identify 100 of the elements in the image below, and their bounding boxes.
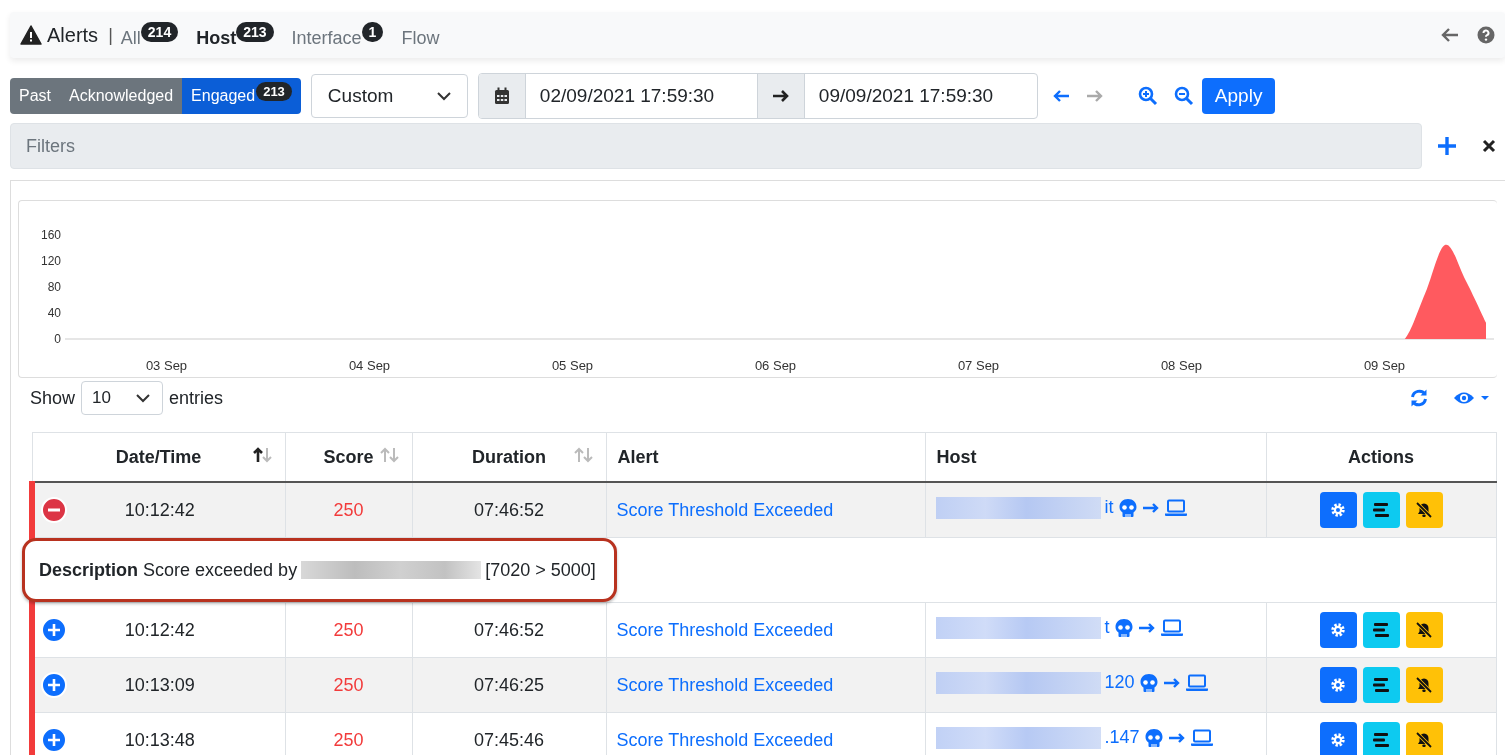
nav-tab[interactable]: Interface 1 — [291, 21, 384, 49]
score-value: 250 — [333, 499, 364, 520]
help-icon[interactable] — [1477, 26, 1495, 44]
column-header: Alert — [617, 446, 659, 468]
back-arrow-icon[interactable] — [1441, 27, 1459, 43]
table-cell: 07:46:52 — [473, 619, 545, 640]
separator: | — [108, 24, 113, 46]
status-button[interactable]: Past — [10, 78, 60, 114]
table-cell: 10:12:42 — [124, 619, 195, 640]
zoom-in-icon[interactable] — [1137, 86, 1158, 106]
expand-button[interactable] — [41, 727, 67, 753]
column-header[interactable]: Date/Time — [115, 446, 202, 468]
nav-tab[interactable]: Host 213 — [196, 21, 274, 49]
mute-button[interactable] — [1405, 722, 1443, 755]
mute-button[interactable] — [1405, 612, 1443, 648]
mute-button[interactable] — [1405, 667, 1443, 703]
page-length-select[interactable]: 10 — [81, 381, 164, 415]
right-arrow-icon — [1137, 621, 1156, 634]
nav-tab[interactable]: All 214 — [120, 21, 179, 49]
host-link[interactable]: 120 — [1104, 672, 1135, 693]
add-filter-icon[interactable] — [1437, 136, 1457, 156]
expand-button[interactable] — [41, 617, 67, 643]
calendar-icon — [493, 87, 510, 105]
count-badge: 213 — [236, 21, 274, 42]
settings-button[interactable] — [1319, 492, 1357, 528]
right-arrow-icon — [771, 89, 790, 103]
settings-icon — [1330, 622, 1346, 638]
lines-icon — [1372, 678, 1390, 692]
skull-icon — [1138, 672, 1159, 693]
right-arrow-icon — [1167, 731, 1186, 744]
chevron-down-icon — [136, 393, 151, 403]
laptop-icon — [1189, 728, 1214, 747]
lines-icon — [1372, 503, 1390, 517]
lines-icon — [1372, 733, 1390, 747]
expand-button[interactable] — [41, 672, 67, 698]
axis-tick-label: 05 Sep — [551, 358, 594, 373]
column-header[interactable]: Score — [323, 446, 374, 468]
axis-tick-label: 06 Sep — [754, 358, 797, 373]
bell-slash-icon — [1415, 502, 1433, 518]
chevron-down-icon — [436, 91, 451, 101]
table-cell: 07:45:46 — [473, 729, 545, 750]
range-select[interactable]: Custom — [310, 74, 468, 118]
score-values: [7020 > 5000] — [485, 559, 596, 581]
nav-tab[interactable]: Flow — [401, 21, 440, 49]
status-button[interactable]: Engaged 213 — [182, 78, 301, 114]
skull-icon — [1113, 617, 1134, 638]
axis-tick-label: 120 — [40, 254, 61, 268]
status-button[interactable]: Acknowledged — [60, 78, 183, 114]
axis-tick-label: 07 Sep — [957, 358, 1000, 373]
laptop-icon — [1159, 618, 1184, 637]
score-value: 250 — [333, 674, 364, 695]
settings-icon — [1330, 677, 1346, 693]
settings-icon — [1330, 732, 1346, 748]
host-link[interactable]: .147 — [1104, 727, 1140, 748]
lines-icon — [1372, 623, 1390, 637]
date-to-field[interactable]: 09/09/2021 17:59:30 — [803, 74, 1037, 118]
skull-icon — [1117, 497, 1138, 518]
axis-tick-label: 40 — [47, 306, 61, 320]
axis-tick-label: 08 Sep — [1160, 358, 1203, 373]
axis-tick-label: 80 — [47, 280, 61, 294]
settings-button[interactable] — [1319, 722, 1357, 755]
details-button[interactable] — [1362, 722, 1400, 755]
filters-field[interactable]: Filters — [10, 123, 1422, 169]
collapse-button[interactable] — [41, 497, 67, 523]
zoom-out-icon[interactable] — [1173, 86, 1194, 106]
host-link[interactable]: t — [1104, 617, 1110, 638]
details-button[interactable] — [1362, 612, 1400, 648]
axis-tick-label: 03 Sep — [145, 358, 188, 373]
eye-icon[interactable] — [1453, 390, 1489, 406]
table-cell: 10:12:42 — [124, 499, 195, 520]
refresh-icon[interactable] — [1409, 388, 1429, 408]
apply-button[interactable]: Apply — [1201, 78, 1276, 114]
axis-tick-label: 04 Sep — [348, 358, 391, 373]
column-header: Actions — [1348, 446, 1414, 468]
table-cell: 10:13:48 — [124, 729, 195, 750]
page-title: Alerts — [47, 23, 99, 47]
host-link[interactable]: it — [1104, 497, 1114, 518]
details-button[interactable] — [1362, 492, 1400, 528]
count-badge: 214 — [140, 21, 179, 42]
bell-slash-icon — [1415, 677, 1433, 693]
axis-tick-label: 160 — [40, 228, 61, 242]
left-arrow-icon[interactable] — [1051, 90, 1070, 102]
table-cell: 10:13:09 — [124, 674, 195, 695]
column-header[interactable]: Duration — [472, 446, 546, 468]
skull-icon — [1143, 727, 1164, 748]
show-label: Show — [30, 387, 76, 409]
count-badge: 1 — [361, 21, 384, 42]
details-button[interactable] — [1362, 667, 1400, 703]
close-icon[interactable] — [1482, 139, 1496, 153]
description-text: Description Score exceeded by — [39, 559, 298, 581]
right-arrow-icon — [1162, 676, 1181, 689]
date-from-field[interactable]: 02/09/2021 17:59:30 — [524, 74, 758, 118]
settings-button[interactable] — [1319, 667, 1357, 703]
column-header: Host — [936, 446, 977, 468]
mute-button[interactable] — [1405, 492, 1443, 528]
settings-button[interactable] — [1319, 612, 1357, 648]
right-arrow-icon — [1141, 501, 1160, 514]
count-badge: 213 — [256, 81, 292, 101]
laptop-icon — [1163, 498, 1188, 517]
sort-icon[interactable] — [251, 446, 274, 463]
